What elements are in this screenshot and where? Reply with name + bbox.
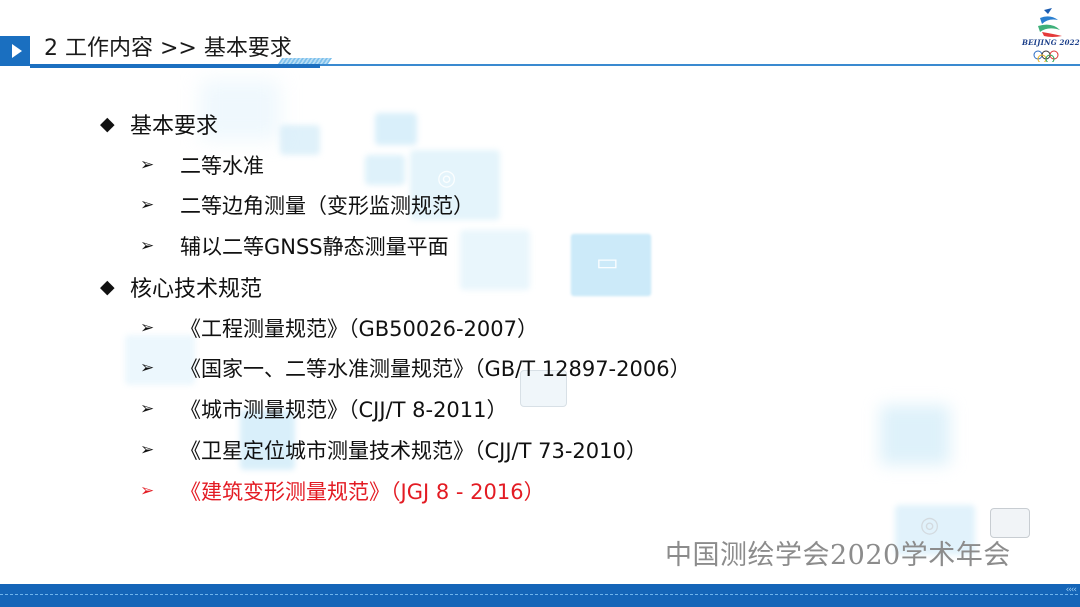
list-item: ➢ 《城市测量规范》（CJJ/T 8-2011） [140, 394, 508, 424]
background-tile [280, 125, 320, 155]
section-heading-label: 核心技术规范 [130, 277, 263, 302]
section-heading: ◆ 核心技术规范 [100, 271, 262, 303]
section-marker [0, 36, 30, 66]
arrow-bullet-icon: ➢ [140, 481, 155, 501]
list-item: ➢ 二等水准 [140, 150, 264, 180]
section-heading-label: 基本要求 [130, 114, 219, 139]
diamond-bullet-icon: ◆ [100, 276, 115, 298]
beijing-2022-logo [1033, 8, 1062, 62]
list-item-label: 《建筑变形测量规范》（JGJ 8 - 2016） [180, 480, 545, 504]
background-tile [365, 155, 405, 185]
arrow-bullet-icon: ➢ [140, 358, 155, 378]
arrow-bullet-icon: ➢ [140, 440, 155, 460]
header-divider [320, 64, 1080, 66]
section-heading: ◆ 基本要求 [100, 108, 218, 140]
list-item: ➢ 《工程测量规范》（GB50026-2007） [140, 313, 538, 343]
background-tile [880, 405, 950, 465]
list-item-label: 《国家一、二等水准测量规范》（GB/T 12897-2006） [180, 357, 691, 381]
arrow-bullet-icon: ➢ [140, 236, 155, 256]
background-tile-gamepad [460, 230, 530, 290]
footer-dotted-line [0, 594, 1080, 595]
list-item: ➢ 二等边角测量（变形监测规范） [140, 190, 474, 220]
arrow-bullet-icon: ➢ [140, 318, 155, 338]
arrow-bullet-icon: ➢ [140, 195, 155, 215]
conference-title: 中国测绘学会2020学术年会 [665, 540, 1011, 571]
globe-icon: ◎ [437, 166, 457, 191]
footer-bar [0, 584, 1080, 607]
header-underline [30, 64, 320, 68]
list-item-label: 二等边角测量（变形监测规范） [180, 194, 474, 218]
list-item: ➢ 《卫星定位城市测量技术规范》（CJJ/T 73-2010） [140, 435, 647, 465]
arrow-bullet-icon: ➢ [140, 399, 155, 419]
chevrons-left-icon: ‹‹‹‹ [1065, 585, 1077, 595]
list-item: ➢ 《国家一、二等水准测量规范》（GB/T 12897-2006） [140, 353, 691, 383]
arrow-bullet-icon: ➢ [140, 155, 155, 175]
laptop-icon: ▭ [596, 248, 619, 276]
logo-text: BEIJING 2022 [1022, 38, 1080, 47]
list-item-label: 辅以二等GNSS静态测量平面 [180, 235, 449, 259]
page-title: 2 工作内容 >> 基本要求 [44, 36, 292, 61]
list-item-label: 《工程测量规范》（GB50026-2007） [180, 317, 539, 341]
background-tile [375, 113, 417, 145]
list-item-label: 《城市测量规范》（CJJ/T 8-2011） [180, 398, 508, 422]
list-item-label: 二等水准 [180, 154, 264, 178]
diamond-bullet-icon: ◆ [100, 113, 115, 135]
list-item: ➢ 辅以二等GNSS静态测量平面 [140, 231, 449, 261]
play-triangle-icon [11, 44, 22, 58]
list-item-highlighted: ➢ 《建筑变形测量规范》（JGJ 8 - 2016） [140, 476, 545, 506]
list-item-label: 《卫星定位城市测量技术规范》（CJJ/T 73-2010） [180, 439, 647, 463]
